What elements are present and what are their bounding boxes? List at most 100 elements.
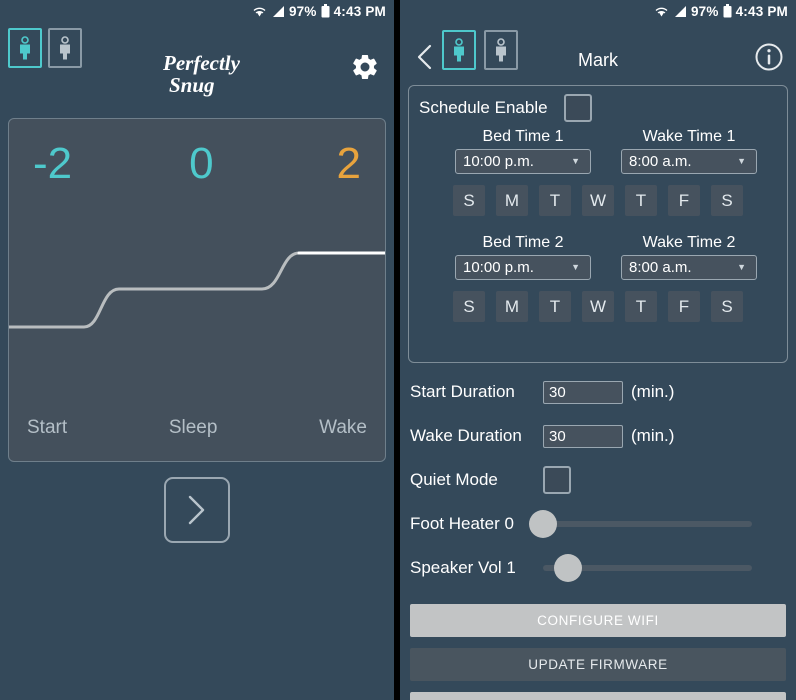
foot-heater-track bbox=[543, 521, 752, 527]
wake-duration-label: Wake Duration bbox=[410, 426, 522, 445]
logo-line-1: Perfectly bbox=[163, 51, 240, 75]
day-button-sun-2[interactable]: S bbox=[453, 291, 485, 322]
day-button-tue-1[interactable]: T bbox=[539, 185, 571, 216]
bed-time-2-select[interactable]: 10:00 p.m. ▼ bbox=[455, 255, 591, 280]
wake-time-1-col: Wake Time 1 8:00 a.m. ▼ bbox=[621, 128, 757, 174]
status-bar-left: 97% 4:43 PM bbox=[0, 0, 394, 22]
wake-time-2-label: Wake Time 2 bbox=[642, 234, 736, 251]
schedule-enable-label: Schedule Enable bbox=[419, 98, 548, 117]
chart-label-wake: Wake bbox=[319, 417, 367, 438]
chevron-right-icon bbox=[188, 495, 205, 525]
foot-heater-row: Foot Heater 0 bbox=[400, 502, 796, 546]
wake-duration-unit: (min.) bbox=[631, 426, 675, 445]
wake-duration-input[interactable]: 30 bbox=[543, 424, 623, 448]
schedule-enable-checkbox[interactable] bbox=[563, 94, 592, 122]
person-icon bbox=[60, 36, 70, 60]
right-panel: 97% 4:43 PM Mark Schedule Enable Bed Tim… bbox=[400, 0, 796, 700]
start-duration-label: Start Duration bbox=[410, 382, 515, 401]
page-title: Mark bbox=[578, 50, 618, 70]
day-button-sat-1[interactable]: S bbox=[711, 185, 743, 216]
schedule-group-1-times: Bed Time 1 10:00 p.m. ▼ Wake Time 1 8:00… bbox=[419, 128, 777, 174]
wake-time-2-col: Wake Time 2 8:00 a.m. ▼ bbox=[621, 234, 757, 280]
schedule-group-2-times: Bed Time 2 10:00 p.m. ▼ Wake Time 2 8:00… bbox=[419, 234, 777, 280]
day-button-fri-1[interactable]: F bbox=[668, 185, 700, 216]
battery-icon bbox=[723, 4, 732, 18]
foot-heater-label: Foot Heater 0 bbox=[410, 514, 514, 533]
wake-duration-row: Wake Duration 30 (min.) bbox=[400, 414, 796, 458]
info-button[interactable] bbox=[754, 42, 784, 72]
wifi-icon bbox=[252, 5, 267, 18]
wifi-icon bbox=[654, 5, 669, 18]
speaker-vol-label: Speaker Vol 1 bbox=[410, 558, 516, 577]
wake-time-2-value: 8:00 a.m. bbox=[629, 259, 692, 276]
wake-time-2-select[interactable]: 8:00 a.m. ▼ bbox=[621, 255, 757, 280]
temperature-chart-card[interactable]: -2 0 2 Start Sleep Wake bbox=[8, 118, 386, 462]
quiet-mode-checkbox[interactable] bbox=[543, 466, 571, 494]
chevron-down-icon: ▼ bbox=[737, 262, 746, 272]
app-logo: Perfectly Snug bbox=[163, 52, 240, 96]
chevron-down-icon: ▼ bbox=[737, 156, 746, 166]
app-screen: 97% 4:43 PM Perfectly Snug -2 0 2 Start … bbox=[0, 0, 796, 700]
right-header: Mark bbox=[400, 22, 796, 84]
wake-time-1-select[interactable]: 8:00 a.m. ▼ bbox=[621, 149, 757, 174]
action-buttons: CONFIGURE WIFI UPDATE FIRMWARE bbox=[410, 604, 786, 700]
foot-heater-thumb[interactable] bbox=[529, 510, 557, 538]
battery-percent: 97% bbox=[288, 3, 317, 19]
chart-label-start: Start bbox=[27, 417, 68, 438]
day-button-mon-2[interactable]: M bbox=[496, 291, 528, 322]
signal-icon bbox=[271, 5, 285, 18]
day-button-fri-2[interactable]: F bbox=[668, 291, 700, 322]
chevron-down-icon: ▼ bbox=[571, 262, 580, 272]
day-button-wed-1[interactable]: W bbox=[582, 185, 614, 216]
chart-axis-labels: Start Sleep Wake bbox=[9, 417, 385, 439]
bed-time-2-value: 10:00 p.m. bbox=[463, 259, 534, 276]
bed-time-1-label: Bed Time 1 bbox=[482, 128, 564, 145]
status-bar-right: 97% 4:43 PM bbox=[400, 0, 796, 22]
left-panel: 97% 4:43 PM Perfectly Snug -2 0 2 Start … bbox=[0, 0, 394, 700]
quiet-mode-row: Quiet Mode bbox=[400, 458, 796, 502]
speaker-vol-slider[interactable] bbox=[543, 553, 752, 583]
start-duration-row: Start Duration 30 (min.) bbox=[400, 370, 796, 414]
speaker-vol-thumb[interactable] bbox=[554, 554, 583, 582]
person-icon-2-button[interactable] bbox=[48, 28, 82, 68]
day-button-mon-1[interactable]: M bbox=[496, 185, 528, 216]
settings-gear-button[interactable] bbox=[350, 52, 380, 82]
person-selector-left bbox=[8, 28, 82, 68]
day-button-tue-2[interactable]: T bbox=[539, 291, 571, 322]
third-action-button[interactable] bbox=[410, 692, 786, 700]
day-button-sat-2[interactable]: S bbox=[711, 291, 743, 322]
update-firmware-button[interactable]: UPDATE FIRMWARE bbox=[410, 648, 786, 681]
chart-curve bbox=[9, 251, 385, 329]
chart-label-sleep: Sleep bbox=[168, 417, 218, 438]
start-duration-unit: (min.) bbox=[631, 382, 675, 401]
clock-time: 4:43 PM bbox=[735, 3, 788, 19]
bed-time-1-select[interactable]: 10:00 p.m. ▼ bbox=[455, 149, 591, 174]
quiet-mode-label: Quiet Mode bbox=[410, 470, 498, 489]
left-header: Perfectly Snug bbox=[0, 22, 394, 100]
day-button-wed-2[interactable]: W bbox=[582, 291, 614, 322]
settings-list: Start Duration 30 (min.) Wake Duration 3… bbox=[400, 370, 796, 590]
gear-icon bbox=[353, 54, 377, 80]
person-icon-1-button[interactable] bbox=[8, 28, 42, 68]
day-button-thu-1[interactable]: T bbox=[625, 185, 657, 216]
schedule-group-2-days: S M T W T F S bbox=[419, 291, 777, 322]
start-duration-input[interactable]: 30 bbox=[543, 380, 623, 404]
wake-time-1-label: Wake Time 1 bbox=[642, 128, 736, 145]
schedule-enable-row: Schedule Enable bbox=[419, 94, 777, 122]
next-button[interactable] bbox=[164, 477, 230, 543]
schedule-group-1-days: S M T W T F S bbox=[419, 185, 777, 216]
day-button-thu-2[interactable]: T bbox=[625, 291, 657, 322]
bed-time-2-label: Bed Time 2 bbox=[482, 234, 564, 251]
day-button-sun-1[interactable]: S bbox=[453, 185, 485, 216]
bed-time-1-value: 10:00 p.m. bbox=[463, 153, 534, 170]
battery-percent: 97% bbox=[690, 3, 719, 19]
chevron-down-icon: ▼ bbox=[571, 156, 580, 166]
wake-time-1-value: 8:00 a.m. bbox=[629, 153, 692, 170]
foot-heater-slider[interactable] bbox=[529, 509, 752, 539]
bed-time-1-col: Bed Time 1 10:00 p.m. ▼ bbox=[455, 128, 591, 174]
battery-icon bbox=[321, 4, 330, 18]
bed-time-2-col: Bed Time 2 10:00 p.m. ▼ bbox=[455, 234, 591, 280]
configure-wifi-button[interactable]: CONFIGURE WIFI bbox=[410, 604, 786, 637]
schedule-card: Schedule Enable Bed Time 1 10:00 p.m. ▼ … bbox=[408, 85, 788, 363]
logo-line-2: Snug bbox=[169, 73, 215, 97]
